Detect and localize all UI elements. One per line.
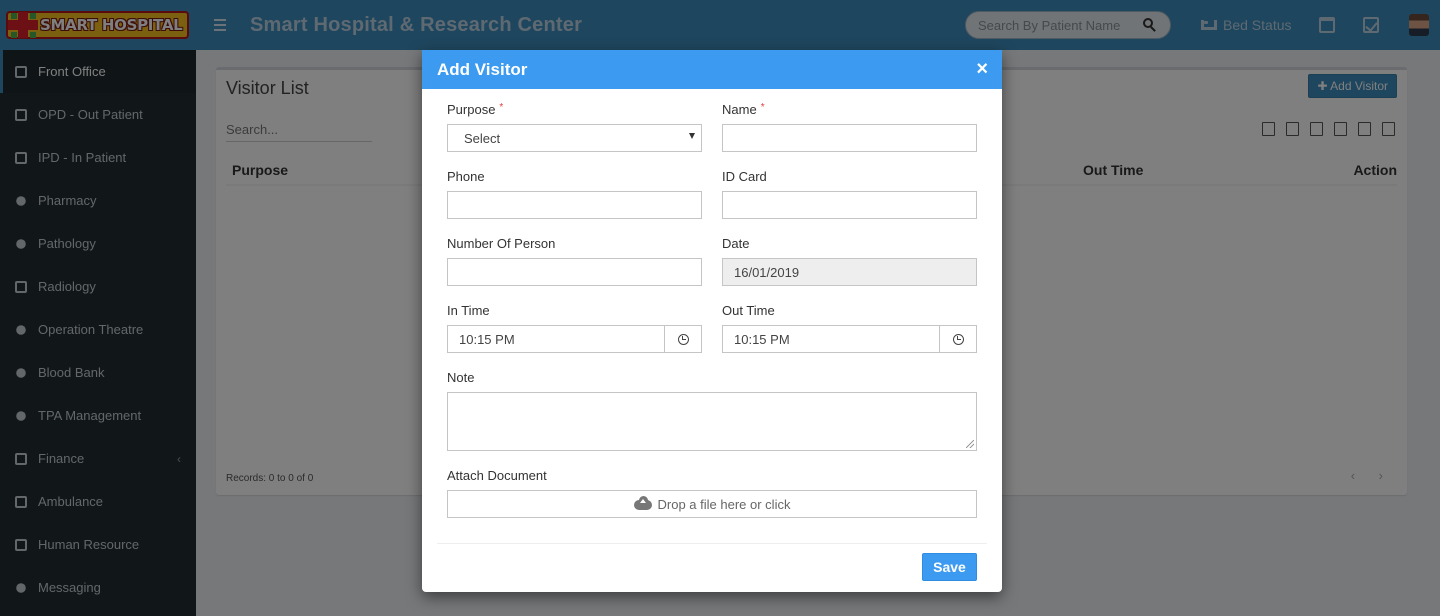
modal-title: Add Visitor xyxy=(437,59,528,79)
out-time-label: Out Time xyxy=(722,303,775,318)
name-label: Name * xyxy=(722,102,765,117)
resize-handle-icon[interactable] xyxy=(966,440,974,448)
attach-document-label: Attach Document xyxy=(447,468,547,483)
caret-down-icon xyxy=(689,133,695,139)
name-input[interactable] xyxy=(722,124,977,152)
purpose-label: Purpose * xyxy=(447,102,504,117)
cloud-upload-icon xyxy=(633,496,652,510)
dropzone-text: Drop a file here or click xyxy=(657,496,791,512)
add-visitor-modal: Add Visitor × Purpose * Select Name * Phon… xyxy=(422,50,1002,592)
save-button[interactable]: Save xyxy=(922,553,977,581)
purpose-select[interactable]: Select xyxy=(447,124,702,152)
modal-header: Add Visitor × xyxy=(422,50,1002,89)
number-of-person-input[interactable] xyxy=(447,258,702,286)
number-of-person-label: Number Of Person xyxy=(447,236,556,251)
phone-label: Phone xyxy=(447,169,485,184)
clock-icon xyxy=(677,333,689,345)
out-time-input[interactable]: 10:15 PM xyxy=(722,325,977,353)
date-label: Date xyxy=(722,236,750,251)
close-icon[interactable]: × xyxy=(976,59,988,79)
in-time-input[interactable]: 10:15 PM xyxy=(447,325,702,353)
id-card-label: ID Card xyxy=(722,169,767,184)
out-time-picker[interactable] xyxy=(939,326,976,352)
phone-input[interactable] xyxy=(447,191,702,219)
note-label: Note xyxy=(447,370,475,385)
id-card-input[interactable] xyxy=(722,191,977,219)
in-time-label: In Time xyxy=(447,303,490,318)
date-input[interactable]: 16/01/2019 xyxy=(722,258,977,286)
note-textarea[interactable] xyxy=(447,392,977,451)
modal-footer-divider xyxy=(437,543,987,544)
file-dropzone[interactable]: Drop a file here or click xyxy=(447,490,977,518)
clock-icon xyxy=(952,333,964,345)
in-time-picker[interactable] xyxy=(664,326,701,352)
